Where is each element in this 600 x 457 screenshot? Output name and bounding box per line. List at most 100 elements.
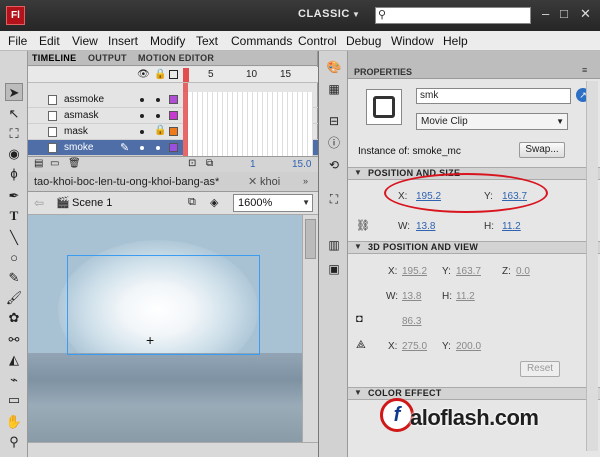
perspective-value[interactable]: 86.3 <box>402 316 421 327</box>
stage[interactable]: + <box>28 215 302 442</box>
3d-z-value[interactable]: 0.0 <box>516 266 530 277</box>
components-icon[interactable]: ⛶ <box>325 191 343 207</box>
motion-presets-icon[interactable]: ▣ <box>325 261 343 277</box>
lock-dot[interactable] <box>156 146 160 150</box>
horizontal-scrollbar[interactable] <box>28 442 318 457</box>
symbol-type-dropdown[interactable]: Movie Clip ▼ <box>416 113 568 130</box>
delete-layer-icon[interactable]: 🗑 <box>68 158 81 169</box>
subselection-tool-icon[interactable]: ↖ <box>5 105 23 123</box>
selection-tool-icon[interactable]: ➤ <box>5 83 23 101</box>
tab-output[interactable]: OUTPUT <box>88 53 127 63</box>
vanishing-y-value[interactable]: 200.0 <box>456 341 481 352</box>
instance-name-input[interactable]: smk <box>416 88 571 104</box>
vertical-scrollbar[interactable] <box>302 215 318 442</box>
lasso-tool-icon[interactable]: ϕ <box>5 165 23 183</box>
selection-bounding-box[interactable] <box>67 255 260 355</box>
lock-dot[interactable] <box>156 98 160 102</box>
pencil-tool-icon[interactable]: ✎ <box>5 269 23 287</box>
layer-color-swatch[interactable] <box>169 111 178 120</box>
layer-row[interactable]: asmask <box>28 108 318 124</box>
menu-edit[interactable]: Edit <box>39 34 60 48</box>
layer-frames[interactable] <box>183 124 313 140</box>
brush-tool-icon[interactable]: 🖌 <box>5 289 23 307</box>
pen-tool-icon[interactable]: ✒ <box>5 187 23 205</box>
h-value[interactable]: 11.2 <box>502 221 521 232</box>
workspace-switcher[interactable]: CLASSIC <box>298 8 350 20</box>
layer-row[interactable]: assmoke <box>28 92 318 108</box>
zoom-dropdown[interactable]: 1600% ▼ <box>233 194 313 212</box>
search-input[interactable]: ⚲ <box>375 7 531 24</box>
current-frame[interactable]: 1 <box>250 159 256 170</box>
line-tool-icon[interactable]: ╲ <box>5 229 23 247</box>
layer-color-swatch[interactable] <box>169 95 178 104</box>
layer-row[interactable]: mask 🔒 <box>28 124 318 140</box>
tab-motion-editor[interactable]: MOTION EDITOR <box>138 53 214 63</box>
visibility-dot[interactable] <box>140 114 144 118</box>
layer-row-selected[interactable]: smoke ✎ <box>28 140 318 156</box>
menu-text[interactable]: Text <box>196 34 218 48</box>
visibility-dot[interactable] <box>140 146 144 150</box>
menu-file[interactable]: File <box>8 34 27 48</box>
3d-rotation-tool-icon[interactable]: ◉ <box>5 145 23 163</box>
frame-rate[interactable]: 15.0 <box>292 159 311 170</box>
swatches-icon[interactable]: ▦ <box>325 81 343 97</box>
scroll-thumb[interactable] <box>305 219 316 259</box>
tabs-overflow-icon[interactable]: » <box>303 176 308 186</box>
panel-menu-icon[interactable]: ≡ <box>582 65 587 75</box>
edit-symbols-icon[interactable]: ◈ <box>210 196 218 209</box>
color-panel-icon[interactable]: 🎨 <box>325 59 343 75</box>
playhead[interactable] <box>183 68 189 82</box>
zoom-tool-icon[interactable]: ⚲ <box>5 433 23 451</box>
back-arrow-icon[interactable]: ⇦ <box>34 196 44 210</box>
free-transform-tool-icon[interactable]: ⛶ <box>5 125 23 143</box>
tab-timeline[interactable]: TIMELINE <box>32 53 76 63</box>
layer-color-swatch[interactable] <box>169 143 178 152</box>
align-panel-icon[interactable]: ⊟ <box>325 113 343 129</box>
lock-icon[interactable]: 🔒 <box>154 125 166 136</box>
chevron-down-icon[interactable]: ▼ <box>352 10 360 19</box>
link-icon[interactable]: ⛓ <box>356 219 370 232</box>
properties-scrollbar[interactable] <box>586 81 598 451</box>
onion-skin-icon[interactable]: ⧉ <box>206 158 213 169</box>
lock-dot[interactable] <box>156 114 160 118</box>
tab-close-icon[interactable]: ✕ <box>248 175 257 188</box>
menu-debug[interactable]: Debug <box>346 34 381 48</box>
menu-control[interactable]: Control <box>298 34 337 48</box>
eye-icon[interactable]: 👁 <box>137 69 150 80</box>
layer-frames[interactable] <box>183 108 313 124</box>
eyedropper-icon[interactable]: ⌁ <box>5 371 23 389</box>
info-panel-icon[interactable]: ⓘ <box>325 135 343 151</box>
new-folder-icon[interactable]: ▭ <box>50 158 59 169</box>
section-3d-position[interactable]: ▼ 3D POSITION AND VIEW <box>348 241 600 254</box>
w-value[interactable]: 13.8 <box>416 221 435 232</box>
layer-frames[interactable] <box>183 140 313 156</box>
3d-w-value[interactable]: 13.8 <box>402 291 421 302</box>
bone-tool-icon[interactable]: ⚯ <box>5 331 23 349</box>
outline-icon[interactable] <box>169 70 178 79</box>
text-tool-icon[interactable]: T <box>5 207 23 225</box>
document-tab[interactable]: khoi <box>260 176 280 188</box>
vanishing-x-value[interactable]: 275.0 <box>402 341 427 352</box>
scene-label[interactable]: Scene 1 <box>72 197 112 209</box>
menu-modify[interactable]: Modify <box>150 34 185 48</box>
layer-frames[interactable] <box>183 92 313 108</box>
document-tab-active[interactable]: tao-khoi-boc-len-tu-ong-khoi-bang-as* <box>34 176 219 188</box>
swap-button[interactable]: Swap... <box>519 142 565 158</box>
center-frame-icon[interactable]: ⊡ <box>188 158 196 169</box>
oval-tool-icon[interactable]: ○ <box>5 249 23 267</box>
close-button[interactable]: ✕ <box>580 6 591 22</box>
deco-tool-icon[interactable]: ✿ <box>5 309 23 327</box>
menu-view[interactable]: View <box>72 34 98 48</box>
visibility-dot[interactable] <box>140 98 144 102</box>
3d-h-value[interactable]: 11.2 <box>456 291 475 302</box>
new-layer-icon[interactable]: ▤ <box>34 158 43 169</box>
visibility-dot[interactable] <box>140 130 144 134</box>
hand-tool-icon[interactable]: ✋ <box>5 413 23 431</box>
properties-title[interactable]: PROPERTIES <box>354 67 412 77</box>
maximize-button[interactable]: □ <box>560 6 568 21</box>
3d-x-value[interactable]: 195.2 <box>402 266 427 277</box>
library-icon[interactable]: ▥ <box>325 237 343 253</box>
lock-icon[interactable]: 🔒 <box>154 69 166 80</box>
eraser-icon[interactable]: ▭ <box>5 391 23 409</box>
edit-scene-icon[interactable]: ⧉ <box>188 196 196 209</box>
